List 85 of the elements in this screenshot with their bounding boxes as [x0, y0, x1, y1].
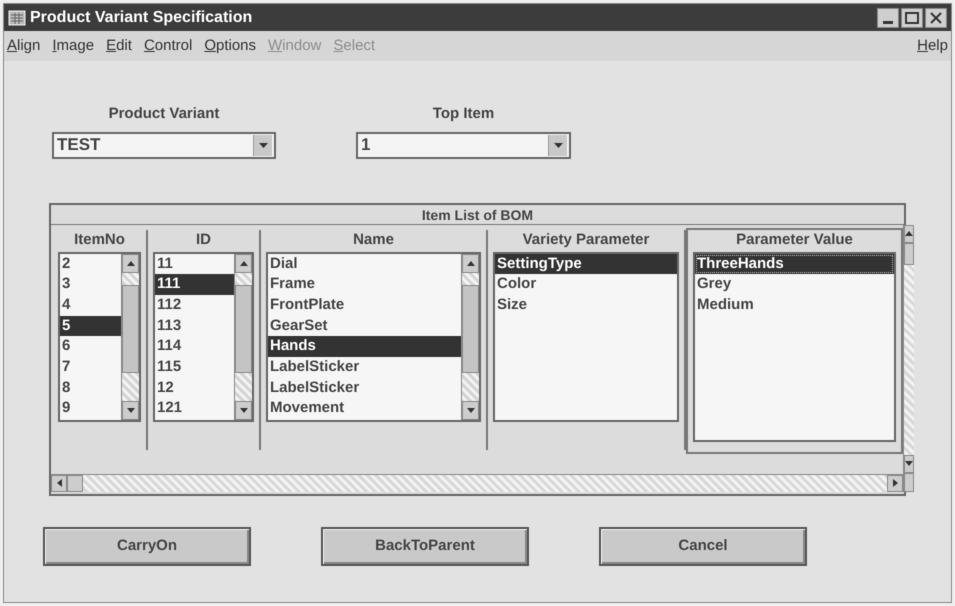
down-arrow-icon [240, 408, 248, 412]
list-box[interactable]: 2 3 4 5 6 7 8 9 [58, 252, 141, 422]
list-item[interactable]: 115 [155, 356, 234, 378]
close-button[interactable] [925, 8, 947, 28]
list-item[interactable]: 4 [60, 294, 121, 316]
minimize-button[interactable] [877, 8, 899, 28]
list-item[interactable]: 114 [155, 336, 234, 357]
scroll-thumb[interactable] [67, 474, 83, 492]
up-arrow-icon [466, 260, 474, 266]
list-item[interactable]: 112 [155, 294, 234, 316]
scroll-thumb[interactable] [462, 284, 479, 372]
scroll-thumb[interactable] [122, 284, 139, 372]
list-item[interactable]: 6 [60, 336, 121, 357]
menu-item[interactable]: Help [917, 34, 948, 58]
menu-item[interactable]: Control [144, 34, 192, 58]
scrollbar-corner [904, 472, 914, 492]
dialog-button[interactable]: CarryOn [43, 526, 251, 566]
up-arrow-icon [905, 231, 913, 236]
list-item[interactable]: SettingType [495, 254, 677, 274]
dialog-button[interactable]: BackToParent [321, 526, 529, 566]
list-item[interactable]: GearSet [268, 316, 461, 336]
dropdown-arrow-icon [554, 142, 562, 148]
list-item[interactable]: 111 [155, 274, 234, 295]
list-item[interactable]: LabelSticker [268, 356, 461, 378]
list-item[interactable]: Dial [268, 254, 461, 274]
column-heading: Name [353, 230, 394, 250]
left-arrow-icon [56, 479, 62, 487]
vertical-scrollbar[interactable] [903, 224, 914, 492]
list-box[interactable]: ThreeHands Grey Medium [693, 252, 896, 442]
dropdown-field[interactable]: 1 [356, 132, 571, 158]
down-arrow-icon [126, 408, 134, 412]
menu-item[interactable]: Align [7, 34, 40, 58]
list-box[interactable]: 11 111 112 113 114 115 12 121 [153, 252, 254, 422]
list-item[interactable]: 2 [60, 254, 121, 274]
minimize-icon [883, 20, 893, 24]
column-heading: ID [196, 230, 211, 250]
list-item[interactable]: 7 [60, 356, 121, 378]
menu-item[interactable]: Image [52, 34, 94, 58]
horizontal-scrollbar[interactable] [51, 474, 903, 492]
up-arrow-icon [126, 260, 134, 266]
list-item[interactable]: 11 [155, 254, 234, 274]
list-scrollbar[interactable] [234, 254, 252, 420]
list-scrollbar[interactable] [461, 254, 479, 420]
menu-item[interactable]: Edit [106, 34, 132, 58]
list-item[interactable]: Grey [695, 274, 894, 295]
maximize-icon [905, 12, 919, 24]
right-arrow-icon [892, 479, 898, 487]
column-heading: ItemNo [74, 230, 125, 250]
list-box[interactable]: SettingType Color Size [493, 252, 679, 422]
menu-item[interactable]: Options [204, 34, 256, 58]
scroll-thumb[interactable] [904, 242, 914, 264]
column-heading: Parameter Value [736, 230, 853, 250]
list-scrollbar[interactable] [121, 254, 139, 420]
field-label: Top Item [432, 104, 494, 124]
list-item[interactable]: FrontPlate [268, 294, 461, 316]
list-item[interactable]: LabelSticker [268, 378, 461, 398]
list-item[interactable]: Frame [268, 274, 461, 295]
down-arrow-icon [905, 461, 913, 466]
group-title: Item List of BOM [51, 204, 904, 224]
list-item[interactable]: 3 [60, 274, 121, 295]
maximize-button[interactable] [901, 8, 923, 28]
list-item[interactable]: 9 [60, 398, 121, 419]
list-item[interactable]: 8 [60, 378, 121, 398]
list-item[interactable]: ThreeHands [695, 254, 894, 274]
field-label: Product Variant [108, 104, 220, 124]
column-heading: Variety Parameter [522, 230, 650, 250]
window-title: Product Variant Specification [30, 8, 254, 28]
list-item[interactable]: Color [495, 274, 677, 295]
list-item[interactable]: Movement [268, 398, 461, 419]
list-box[interactable]: Dial Frame FrontPlate GearSet Hands LabelSticker LabelSticker Movement [266, 252, 481, 422]
list-item[interactable]: Size [495, 294, 677, 316]
dropdown-field[interactable]: TEST [52, 132, 276, 158]
window-icon [8, 10, 26, 26]
list-item[interactable]: Hands [268, 336, 461, 357]
dropdown-arrow-icon [258, 142, 268, 148]
list-item[interactable]: Medium [695, 294, 894, 316]
list-item[interactable]: 5 [60, 316, 121, 336]
down-arrow-icon [466, 408, 474, 412]
list-item[interactable]: 121 [155, 398, 234, 419]
dialog-button[interactable]: Cancel [599, 526, 807, 566]
close-icon [930, 12, 942, 24]
up-arrow-icon [240, 260, 248, 266]
scroll-thumb[interactable] [235, 284, 252, 372]
list-item[interactable]: 113 [155, 316, 234, 336]
list-item[interactable]: 12 [155, 378, 234, 398]
